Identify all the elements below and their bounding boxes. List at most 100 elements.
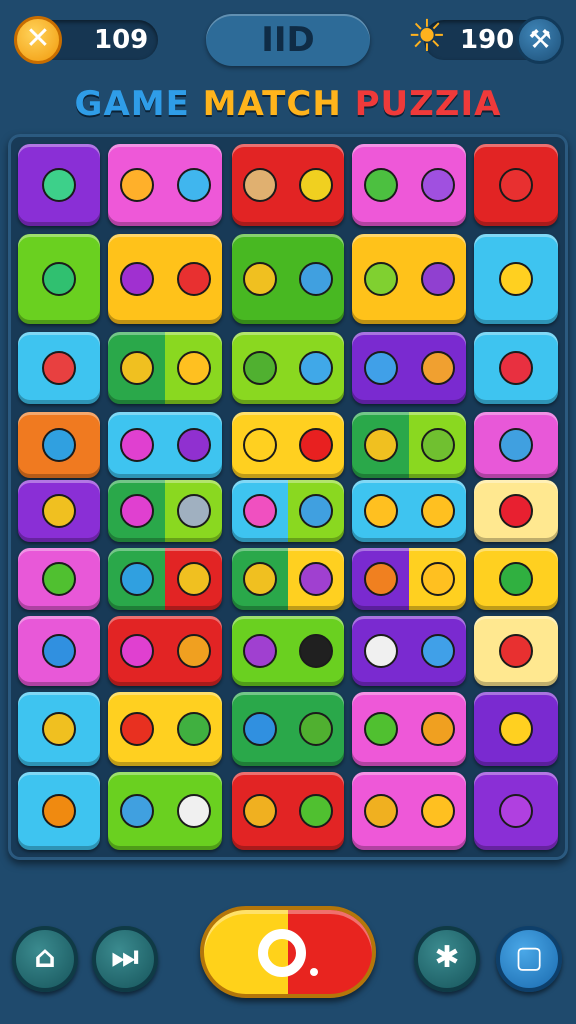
tile-item-icon <box>296 259 336 299</box>
board-tile[interactable] <box>352 234 466 324</box>
title-word-1: GAME <box>74 84 190 124</box>
tile-item-icon <box>496 165 536 205</box>
board-tile[interactable] <box>352 692 466 766</box>
board-tile[interactable] <box>108 692 222 766</box>
board-tile[interactable] <box>108 412 222 478</box>
tile-item-icon <box>39 791 79 831</box>
board-tile[interactable] <box>108 616 222 686</box>
tile-item-icon <box>240 791 280 831</box>
board-tile[interactable] <box>108 332 222 404</box>
board-tile[interactable] <box>474 144 558 226</box>
board-tile[interactable] <box>474 692 558 766</box>
tile-item-icon <box>418 165 458 205</box>
hammer-icon[interactable]: ⚒ <box>516 16 564 64</box>
tile-item-icon <box>240 709 280 749</box>
board-tile[interactable] <box>232 234 344 324</box>
tile-item-icon <box>361 259 401 299</box>
board-tile[interactable] <box>18 234 100 324</box>
tile-item-icon <box>418 791 458 831</box>
tile-item-icon <box>240 259 280 299</box>
game-title: GAME MATCH PUZZIA <box>0 84 576 124</box>
tile-item-icon <box>418 559 458 599</box>
board-tile[interactable] <box>352 616 466 686</box>
tile-item-icon <box>361 491 401 531</box>
skip-icon[interactable]: ⏭ <box>92 926 158 992</box>
tile-item-icon <box>361 559 401 599</box>
tile-item-icon <box>296 425 336 465</box>
board-tile[interactable] <box>232 480 344 542</box>
tile-item-icon <box>496 259 536 299</box>
stop-icon[interactable]: ▢ <box>496 926 562 992</box>
board-tile[interactable] <box>352 412 466 478</box>
tile-item-icon <box>174 791 214 831</box>
board-tile[interactable] <box>18 772 100 850</box>
tile-item-icon <box>240 631 280 671</box>
coin-count: 109 <box>94 25 149 55</box>
board-tile[interactable] <box>474 332 558 404</box>
tile-item-icon <box>240 165 280 205</box>
ring-icon <box>258 928 306 977</box>
puzzle-board <box>8 134 568 860</box>
board-tile[interactable] <box>232 616 344 686</box>
board-tile[interactable] <box>352 772 466 850</box>
tile-item-icon <box>240 491 280 531</box>
tile-item-icon <box>39 709 79 749</box>
board-tile[interactable] <box>474 412 558 478</box>
board-tile[interactable] <box>108 772 222 850</box>
tile-item-icon <box>240 559 280 599</box>
tile-item-icon <box>39 165 79 205</box>
board-tile[interactable] <box>18 548 100 610</box>
tile-item-icon <box>174 491 214 531</box>
tile-item-icon <box>361 791 401 831</box>
tile-item-icon <box>117 791 157 831</box>
board-tile[interactable] <box>232 144 344 226</box>
board-tile[interactable] <box>108 480 222 542</box>
tile-item-icon <box>117 259 157 299</box>
board-tile[interactable] <box>352 332 466 404</box>
tile-item-icon <box>117 348 157 388</box>
tile-item-icon <box>496 709 536 749</box>
tile-item-icon <box>496 631 536 671</box>
board-tile[interactable] <box>18 412 100 478</box>
board-tile[interactable] <box>352 144 466 226</box>
tile-item-icon <box>496 559 536 599</box>
tile-item-icon <box>117 559 157 599</box>
star-count: 190 <box>460 25 515 55</box>
board-tile[interactable] <box>474 616 558 686</box>
top-hud: 109 ✕ IID 190 ☀ ⚒ <box>0 0 576 84</box>
board-tile[interactable] <box>18 144 100 226</box>
board-tile[interactable] <box>474 548 558 610</box>
tile-item-icon <box>117 165 157 205</box>
tile-item-icon <box>418 259 458 299</box>
board-tile[interactable] <box>18 692 100 766</box>
tile-item-icon <box>361 631 401 671</box>
board-tile[interactable] <box>108 548 222 610</box>
board-tile[interactable] <box>232 412 344 478</box>
tile-item-icon <box>39 259 79 299</box>
title-word-2: MATCH <box>202 84 342 124</box>
home-icon[interactable]: ⌂ <box>12 926 78 992</box>
puzzle-icon[interactable]: ✱ <box>414 926 480 992</box>
board-tile[interactable] <box>108 234 222 324</box>
board-tile[interactable] <box>232 692 344 766</box>
board-tile[interactable] <box>474 480 558 542</box>
board-tile[interactable] <box>352 548 466 610</box>
play-button[interactable] <box>200 906 376 998</box>
tile-item-icon <box>296 559 336 599</box>
board-tile[interactable] <box>18 332 100 404</box>
board-tile[interactable] <box>474 234 558 324</box>
board-tile[interactable] <box>108 144 222 226</box>
title-word-3: PUZZIA <box>354 84 502 124</box>
board-tile[interactable] <box>352 480 466 542</box>
close-icon[interactable]: ✕ <box>14 16 62 64</box>
board-tile[interactable] <box>474 772 558 850</box>
board-tile[interactable] <box>232 548 344 610</box>
level-text: IID <box>261 20 315 60</box>
tile-item-icon <box>39 491 79 531</box>
tile-item-icon <box>361 348 401 388</box>
board-tile[interactable] <box>232 772 344 850</box>
board-tile[interactable] <box>18 480 100 542</box>
board-tile[interactable] <box>232 332 344 404</box>
tile-item-icon <box>39 631 79 671</box>
board-tile[interactable] <box>18 616 100 686</box>
